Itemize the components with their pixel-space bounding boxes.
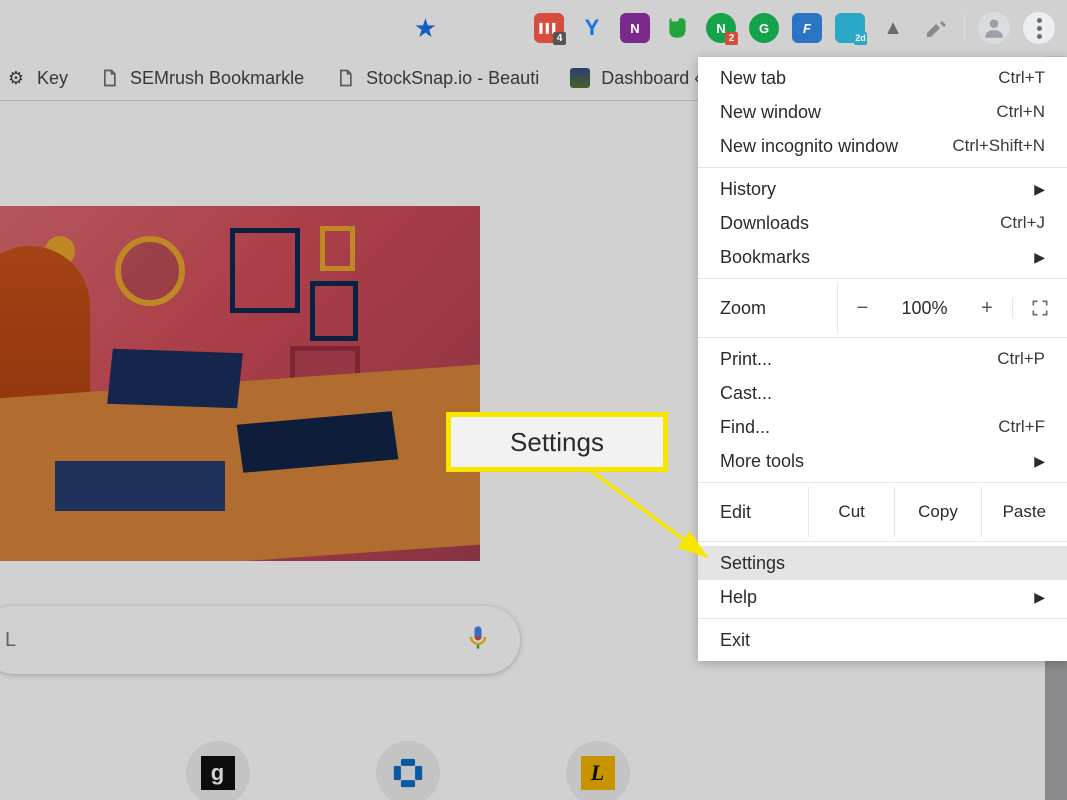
favicon-icon — [569, 67, 591, 89]
ext-pdf[interactable]: ▲ — [878, 13, 908, 43]
menu-cast[interactable]: Cast... — [698, 376, 1067, 410]
bookmark-semrush[interactable]: SEMrush Bookmarkle — [98, 67, 304, 89]
bookmark-stocksnap[interactable]: StockSnap.io - Beauti — [334, 67, 539, 89]
callout-settings: Settings — [446, 412, 668, 472]
zoom-level: 100% — [887, 298, 962, 319]
ext-grammarly[interactable]: G — [749, 13, 779, 43]
fullscreen-button[interactable] — [1012, 298, 1067, 318]
file-icon — [334, 67, 356, 89]
shortcuts-row: MS g Getty Images Chase.com L Content In… — [0, 741, 665, 800]
shortcut-getty[interactable]: g Getty Images — [150, 741, 285, 800]
zoom-in-button[interactable]: + — [962, 283, 1012, 333]
gear-icon: ⚙ — [5, 67, 27, 89]
ext-y[interactable]: Y — [577, 13, 607, 43]
menu-new-tab[interactable]: New tabCtrl+T — [698, 61, 1067, 95]
menu-print[interactable]: Print...Ctrl+P — [698, 342, 1067, 376]
ext-cal[interactable]: 2d — [835, 13, 865, 43]
menu-history[interactable]: History▶ — [698, 172, 1067, 206]
chase-icon — [391, 756, 425, 790]
edit-cut-button[interactable]: Cut — [808, 487, 894, 537]
menu-more-tools[interactable]: More tools▶ — [698, 444, 1067, 478]
scrollbar-thumb[interactable] — [1045, 660, 1067, 800]
zoom-out-button[interactable]: − — [837, 283, 887, 333]
edit-paste-button[interactable]: Paste — [981, 487, 1067, 537]
file-icon — [98, 67, 120, 89]
menu-new-incognito[interactable]: New incognito windowCtrl+Shift+N — [698, 129, 1067, 163]
ext-onenote[interactable]: N — [620, 13, 650, 43]
menu-edit-row: Edit Cut Copy Paste — [698, 487, 1067, 537]
chevron-right-icon: ▶ — [1034, 181, 1045, 198]
edit-copy-button[interactable]: Copy — [894, 487, 980, 537]
chevron-right-icon: ▶ — [1034, 249, 1045, 266]
menu-settings[interactable]: Settings — [698, 546, 1067, 580]
menu-zoom: Zoom − 100% + — [698, 283, 1067, 333]
ext-cards[interactable]: ▌▌▌4 — [534, 13, 564, 43]
shortcut-chase[interactable]: Chase.com — [340, 741, 475, 800]
ext-pen[interactable] — [921, 13, 951, 43]
search-text: L — [5, 629, 16, 652]
menu-find[interactable]: Find...Ctrl+F — [698, 410, 1067, 444]
ext-evernote[interactable] — [663, 13, 693, 43]
shortcut-ms[interactable]: MS — [0, 741, 95, 800]
chrome-menu-icon[interactable] — [1023, 12, 1055, 44]
menu-help[interactable]: Help▶ — [698, 580, 1067, 614]
bookmark-key[interactable]: ⚙Key — [5, 67, 68, 89]
shortcut-content-index[interactable]: L Content Index — [530, 741, 665, 800]
ext-f[interactable]: F — [792, 13, 822, 43]
ext-n[interactable]: N2 — [706, 13, 736, 43]
extensions-row: ▌▌▌4 Y N N2 G F 2d ▲ — [534, 0, 1067, 56]
search-input[interactable]: L — [0, 606, 520, 674]
voice-search-icon[interactable] — [464, 624, 492, 657]
menu-new-window[interactable]: New windowCtrl+N — [698, 95, 1067, 129]
google-doodle[interactable] — [0, 206, 480, 561]
profile-avatar[interactable] — [978, 12, 1010, 44]
chevron-right-icon: ▶ — [1034, 453, 1045, 470]
menu-downloads[interactable]: DownloadsCtrl+J — [698, 206, 1067, 240]
menu-bookmarks[interactable]: Bookmarks▶ — [698, 240, 1067, 274]
chevron-right-icon: ▶ — [1034, 589, 1045, 606]
menu-exit[interactable]: Exit — [698, 623, 1067, 657]
chrome-menu: New tabCtrl+T New windowCtrl+N New incog… — [698, 57, 1067, 661]
bookmark-star-icon[interactable]: ★ — [414, 13, 437, 44]
